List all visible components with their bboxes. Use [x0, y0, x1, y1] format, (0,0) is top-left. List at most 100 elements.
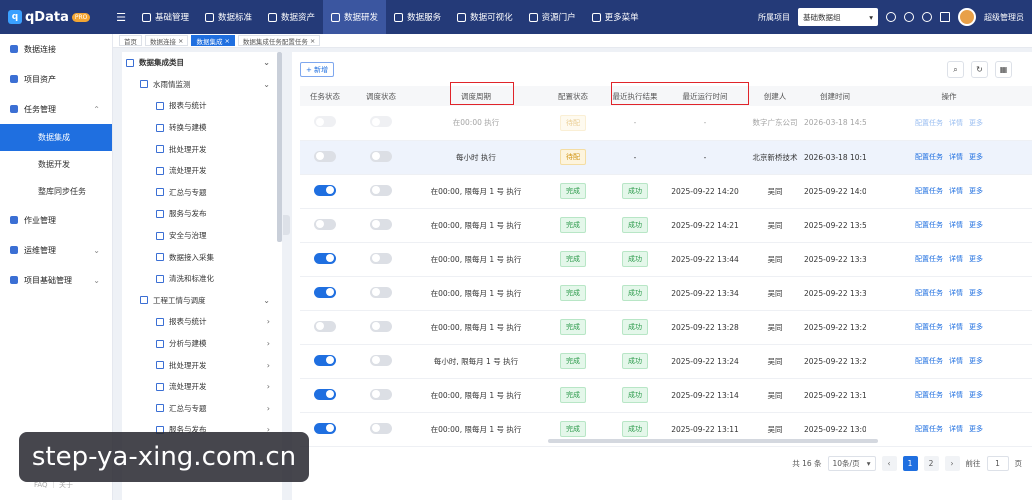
schedule-status-toggle[interactable]	[370, 354, 392, 366]
config-task-button[interactable]: 配置任务	[915, 356, 943, 366]
horizontal-scrollbar[interactable]	[548, 439, 878, 443]
more-button[interactable]: 更多	[969, 118, 983, 128]
close-icon[interactable]: ×	[224, 37, 229, 45]
config-task-button[interactable]: 配置任务	[915, 390, 943, 400]
config-task-button[interactable]: 配置任务	[915, 424, 943, 434]
tree-item[interactable]: 汇总与专题 ›	[122, 398, 282, 420]
detail-button[interactable]: 详情	[949, 322, 963, 332]
detail-button[interactable]: 详情	[949, 186, 963, 196]
detail-button[interactable]: 详情	[949, 118, 963, 128]
sidebar-sub-development[interactable]: 数据开发	[0, 151, 112, 178]
goto-input[interactable]: 1	[986, 456, 1009, 471]
columns-icon[interactable]: ▦	[995, 61, 1012, 78]
page-size-select[interactable]: 10条/页 ▾	[827, 456, 876, 471]
nav-item-7[interactable]: 更多菜单	[584, 0, 647, 34]
collapse-handle[interactable]	[283, 215, 290, 235]
table-row[interactable]: 在00:00, 限每月 1 号 执行 完成 成功 2025-09-22 13:28 吴同…	[300, 310, 1032, 345]
nav-item-1[interactable]: 数据标准	[197, 0, 260, 34]
schedule-status-toggle[interactable]	[370, 116, 392, 128]
schedule-status-toggle[interactable]	[370, 320, 392, 332]
table-row[interactable]: 在00:00, 限每月 1 号 执行 完成 成功 2025-09-22 13:14 吴同…	[300, 378, 1032, 413]
table-row[interactable]: 每小时 执行 待配 - - 北京新桥技术 2026-03-18 10:12 配置任务 详情 更多	[300, 140, 1032, 175]
schedule-status-toggle[interactable]	[370, 252, 392, 264]
nav-item-3[interactable]: 数据研发	[323, 0, 387, 34]
schedule-status-toggle[interactable]	[370, 422, 392, 434]
tree-item[interactable]: 数据接入采集	[122, 246, 282, 268]
table-row[interactable]: 在00:00, 限每月 1 号 执行 完成 成功 2025-09-22 14:21 吴同…	[300, 208, 1032, 243]
sidebar-sub-sync[interactable]: 整库同步任务	[0, 178, 112, 205]
schedule-status-toggle[interactable]	[370, 388, 392, 400]
tab-2[interactable]: 数据集成 ×	[191, 35, 235, 46]
prev-page-icon[interactable]: ‹	[881, 456, 897, 471]
fullscreen-icon[interactable]	[940, 12, 950, 22]
tab-3[interactable]: 数据集成任务配置任务 ×	[237, 35, 321, 46]
more-button[interactable]: 更多	[969, 186, 983, 196]
sidebar-item-project[interactable]: 项目基础管理 ⌄	[0, 265, 112, 295]
refresh-icon[interactable]: ↻	[971, 61, 988, 78]
config-task-button[interactable]: 配置任务	[915, 288, 943, 298]
search-icon[interactable]: ⌕	[947, 61, 964, 78]
close-icon[interactable]: ×	[178, 37, 183, 45]
task-status-toggle[interactable]	[314, 320, 336, 332]
more-button[interactable]: 更多	[969, 322, 983, 332]
task-status-toggle[interactable]	[314, 184, 336, 196]
tree-group[interactable]: 工程工情与调度 ⌄	[122, 290, 282, 312]
table-row[interactable]: 每小时, 限每月 1 号 执行 完成 成功 2025-09-22 13:24 吴同 202…	[300, 344, 1032, 379]
table-row[interactable]: 在00:00, 限每月 1 号 执行 完成 成功 2025-09-22 13:44 吴同…	[300, 242, 1032, 277]
more-button[interactable]: 更多	[969, 424, 983, 434]
detail-button[interactable]: 详情	[949, 254, 963, 264]
task-status-toggle[interactable]	[314, 252, 336, 264]
task-status-toggle[interactable]	[314, 388, 336, 400]
table-row[interactable]: 在00:00 执行 待配 - - 数字广东公司 2026-03-18 14:54 配置任务详…	[300, 106, 1032, 141]
sidebar-item-jobs[interactable]: 作业管理	[0, 205, 112, 235]
schedule-status-toggle[interactable]	[370, 150, 392, 162]
column-header[interactable]: 创建时间	[804, 86, 866, 106]
project-select[interactable]: 基础数据组 ▾	[798, 8, 878, 26]
tab-0[interactable]: 首页	[119, 35, 142, 46]
tree-item[interactable]: 清洗和标准化	[122, 268, 282, 290]
tree-item[interactable]: 汇总与专题	[122, 182, 282, 204]
config-task-button[interactable]: 配置任务	[915, 322, 943, 332]
detail-button[interactable]: 详情	[949, 424, 963, 434]
help-icon[interactable]	[904, 12, 914, 22]
tree-item[interactable]: 批处理开发 ›	[122, 354, 282, 376]
config-task-button[interactable]: 配置任务	[915, 118, 943, 128]
task-status-toggle[interactable]	[314, 116, 336, 128]
more-button[interactable]: 更多	[969, 254, 983, 264]
more-button[interactable]: 更多	[969, 152, 983, 162]
more-button[interactable]: 更多	[969, 390, 983, 400]
config-task-button[interactable]: 配置任务	[915, 152, 943, 162]
search-icon[interactable]	[922, 12, 932, 22]
nav-item-2[interactable]: 数据资产	[260, 0, 323, 34]
sidebar-item-ops[interactable]: 运维管理 ⌄	[0, 235, 112, 265]
tree-item[interactable]: 报表与统计	[122, 95, 282, 117]
user-name[interactable]: 超级管理员	[984, 12, 1024, 23]
task-status-toggle[interactable]	[314, 422, 336, 434]
nav-item-5[interactable]: 数据可视化	[449, 0, 521, 34]
detail-button[interactable]: 详情	[949, 152, 963, 162]
bell-icon[interactable]	[886, 12, 896, 22]
nav-item-0[interactable]: 基础管理	[134, 0, 197, 34]
config-task-button[interactable]: 配置任务	[915, 186, 943, 196]
config-task-button[interactable]: 配置任务	[915, 220, 943, 230]
table-row[interactable]: 在00:00, 限每月 1 号 执行 完成 成功 2025-09-22 13:34 吴同…	[300, 276, 1032, 311]
tree-item[interactable]: 转换与建模	[122, 117, 282, 139]
tree-item[interactable]: 报表与统计 ›	[122, 311, 282, 333]
tree-item[interactable]: 分析与建模 ›	[122, 333, 282, 355]
tree-item[interactable]: 流处理开发	[122, 160, 282, 182]
page-1[interactable]: 1	[902, 456, 918, 471]
next-page-icon[interactable]: ›	[944, 456, 960, 471]
tab-1[interactable]: 数据连接 ×	[145, 35, 189, 46]
tree-item[interactable]: 批处理开发	[122, 138, 282, 160]
brand[interactable]: q qData PRO	[0, 10, 108, 25]
table-row[interactable]: 在00:00, 限每月 1 号 执行 完成 成功 2025-09-22 14:20 吴同…	[300, 174, 1032, 209]
menu-icon[interactable]: ☰	[114, 11, 128, 24]
schedule-status-toggle[interactable]	[370, 286, 392, 298]
close-icon[interactable]: ×	[310, 37, 315, 45]
sidebar-sub-integration[interactable]: 数据集成	[0, 124, 112, 151]
task-status-toggle[interactable]	[314, 354, 336, 366]
detail-button[interactable]: 详情	[949, 356, 963, 366]
tree-item[interactable]: 服务与发布	[122, 203, 282, 225]
task-status-toggle[interactable]	[314, 150, 336, 162]
add-button[interactable]: + 新增	[300, 62, 334, 77]
